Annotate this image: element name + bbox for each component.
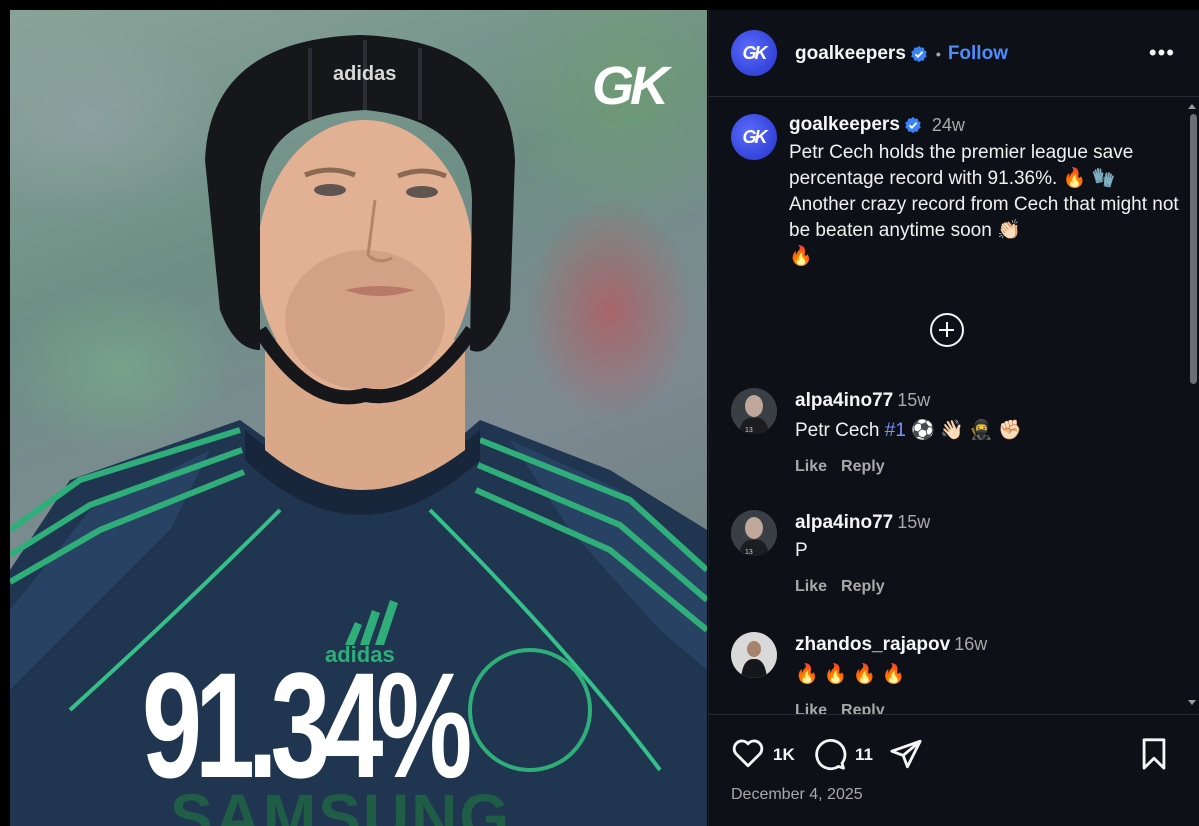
caption-emojis-3: 🔥 bbox=[789, 246, 813, 267]
comment-username[interactable]: alpa4ino77 bbox=[795, 390, 893, 411]
caption-time: 24w bbox=[931, 114, 965, 135]
caption-text: Petr Cech holds the premier league save … bbox=[789, 140, 1179, 270]
verified-badge-icon bbox=[905, 116, 921, 134]
caption-emojis-2: 👏🏻 bbox=[997, 220, 1021, 241]
scroll-down-icon[interactable] bbox=[1188, 700, 1196, 705]
comment-emojis: ⚽ 👋🏻 🥷 ✊🏻 bbox=[911, 420, 1022, 441]
caption-avatar[interactable]: GK bbox=[731, 114, 777, 160]
heart-icon[interactable] bbox=[731, 737, 765, 769]
club-crest bbox=[468, 648, 592, 772]
post-actions-footer: 1K 11 December 4, 2025 bbox=[709, 714, 1199, 826]
scrollbar[interactable] bbox=[1188, 102, 1199, 708]
comment-time: 15w bbox=[897, 390, 931, 410]
svg-text:13: 13 bbox=[745, 427, 753, 434]
post-date: December 4, 2025 bbox=[731, 786, 863, 803]
avatar-photo: 13 bbox=[731, 388, 777, 434]
comments-scroll-area[interactable]: GK goalkeepers 24w Petr Cech holds the p… bbox=[709, 98, 1199, 714]
comment-username[interactable]: zhandos_rajapov bbox=[795, 634, 950, 655]
gk-watermark: GK bbox=[592, 56, 669, 116]
bookmark-icon[interactable] bbox=[1137, 737, 1171, 771]
more-icon[interactable]: ••• bbox=[1149, 40, 1175, 66]
author-row: goalkeepers • Follow bbox=[795, 43, 1008, 65]
add-comment-icon[interactable] bbox=[930, 313, 964, 347]
scroll-up-icon[interactable] bbox=[1188, 104, 1196, 109]
like-comment-button[interactable]: Like bbox=[795, 578, 827, 595]
comments-count[interactable]: 11 bbox=[855, 745, 873, 765]
author-avatar[interactable]: GK bbox=[731, 30, 777, 76]
comment-text: P bbox=[795, 540, 1165, 562]
comment-icon[interactable] bbox=[813, 737, 847, 771]
likes-count[interactable]: 1K bbox=[773, 745, 795, 765]
reply-button[interactable]: Reply bbox=[841, 578, 885, 595]
hashtag-link[interactable]: #1 bbox=[885, 420, 906, 441]
reply-button[interactable]: Reply bbox=[841, 702, 885, 714]
like-comment-button[interactable]: Like bbox=[795, 458, 827, 475]
avatar-photo bbox=[731, 632, 777, 678]
comment-username[interactable]: alpa4ino77 bbox=[795, 512, 893, 533]
comment-text: Petr Cech #1 ⚽ 👋🏻 🥷 ✊🏻 bbox=[795, 418, 1165, 442]
caption-emojis-1: 🔥 🧤 bbox=[1062, 168, 1116, 189]
svg-text:13: 13 bbox=[745, 549, 753, 556]
post-details-panel: GK goalkeepers • Follow ••• GK goalkeepe… bbox=[708, 10, 1199, 826]
comment-time: 15w bbox=[897, 512, 931, 532]
commenter-avatar[interactable]: 13 bbox=[731, 388, 777, 434]
verified-badge-icon bbox=[911, 45, 927, 63]
post-image: adidas adidas GK SAMSUNG 91.34% bbox=[10, 10, 707, 826]
post-header: GK goalkeepers • Follow ••• bbox=[709, 10, 1199, 97]
comment-emojis: 🔥 🔥 🔥 🔥 bbox=[795, 664, 906, 685]
comment-text-main: Petr Cech bbox=[795, 420, 880, 441]
reply-button[interactable]: Reply bbox=[841, 458, 885, 475]
commenter-avatar[interactable] bbox=[731, 632, 777, 678]
scrollbar-thumb[interactable] bbox=[1190, 114, 1197, 384]
headline-stat: 91.34% bbox=[142, 641, 472, 809]
caption-line-2: Another crazy record from Cech that migh… bbox=[789, 194, 1179, 241]
comment-time: 16w bbox=[954, 634, 988, 654]
author-username[interactable]: goalkeepers bbox=[795, 43, 906, 65]
caption-username[interactable]: goalkeepers bbox=[789, 114, 900, 136]
separator-dot: • bbox=[935, 46, 941, 62]
comment-text-main: P bbox=[795, 540, 808, 561]
helmet-brand-text: adidas bbox=[333, 63, 396, 85]
follow-button[interactable]: Follow bbox=[948, 43, 1008, 65]
like-comment-button[interactable]: Like bbox=[795, 702, 827, 714]
share-icon[interactable] bbox=[889, 737, 923, 771]
avatar-photo: 13 bbox=[731, 510, 777, 556]
comment-text: 🔥 🔥 🔥 🔥 bbox=[795, 662, 1165, 686]
commenter-avatar[interactable]: 13 bbox=[731, 510, 777, 556]
